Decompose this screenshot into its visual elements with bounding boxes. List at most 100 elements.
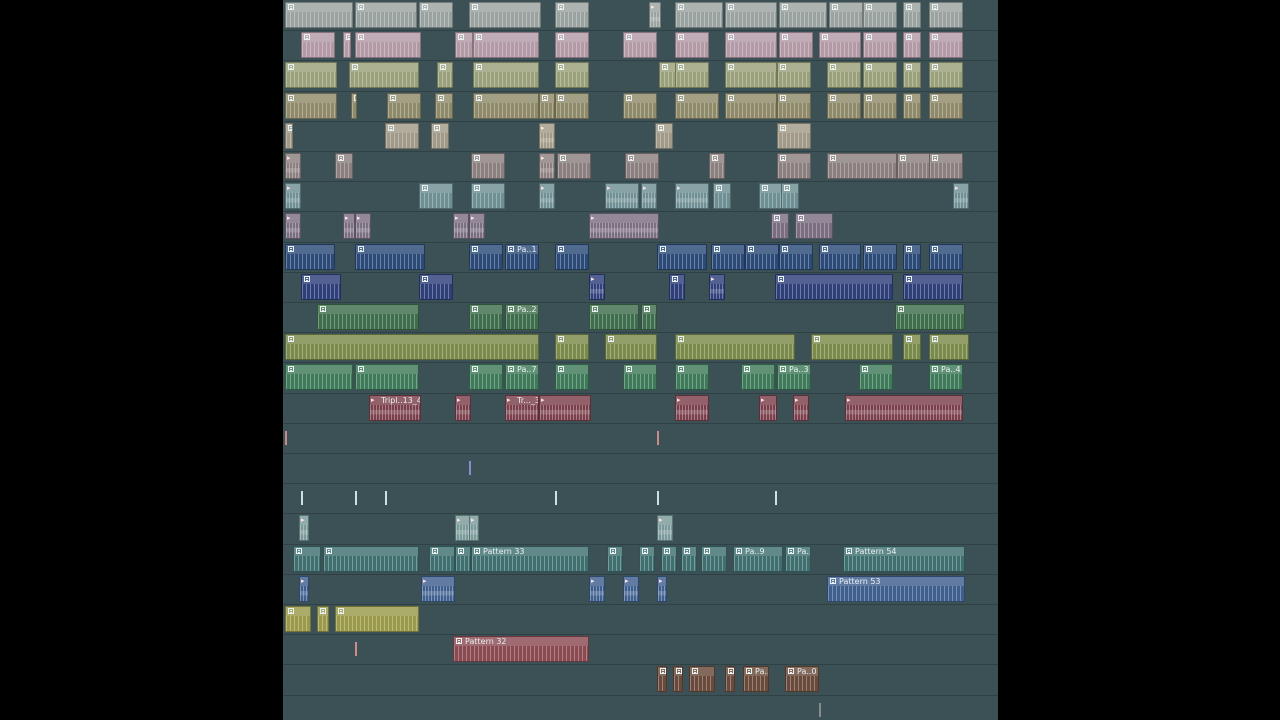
- pattern-clip[interactable]: [777, 93, 811, 119]
- pattern-clip[interactable]: [469, 2, 541, 28]
- pattern-clip[interactable]: [293, 546, 321, 572]
- pattern-clip[interactable]: [701, 546, 727, 572]
- pattern-clip[interactable]: [351, 93, 357, 119]
- audio-clip[interactable]: ▸: [539, 183, 555, 209]
- pattern-clip[interactable]: [675, 334, 795, 360]
- pattern-clip[interactable]: [741, 364, 775, 390]
- automation-marker[interactable]: [775, 491, 777, 505]
- pattern-clip[interactable]: Pa..1: [505, 244, 539, 270]
- pattern-clip[interactable]: [725, 32, 777, 58]
- pattern-clip[interactable]: [285, 606, 311, 632]
- audio-clip[interactable]: ▸ Tripl..13_4: [369, 395, 421, 421]
- automation-marker[interactable]: [657, 431, 659, 445]
- audio-clip[interactable]: ▸: [623, 576, 639, 602]
- pattern-clip[interactable]: [929, 334, 969, 360]
- pattern-clip[interactable]: [895, 304, 965, 330]
- pattern-clip[interactable]: [355, 2, 417, 28]
- pattern-clip[interactable]: [285, 2, 353, 28]
- audio-clip[interactable]: ▸: [539, 123, 555, 149]
- audio-clip[interactable]: ▸: [285, 213, 301, 239]
- pattern-clip[interactable]: [555, 244, 589, 270]
- audio-clip[interactable]: ▸: [299, 576, 309, 602]
- pattern-clip[interactable]: [301, 274, 341, 300]
- pattern-clip[interactable]: [455, 32, 473, 58]
- pattern-clip[interactable]: [709, 153, 725, 179]
- audio-clip[interactable]: ▸: [539, 395, 591, 421]
- pattern-clip[interactable]: [429, 546, 455, 572]
- pattern-clip[interactable]: [473, 32, 539, 58]
- pattern-clip[interactable]: Pattern 54: [843, 546, 965, 572]
- pattern-clip[interactable]: [555, 93, 589, 119]
- pattern-clip[interactable]: [285, 123, 293, 149]
- pattern-clip[interactable]: [285, 364, 353, 390]
- pattern-clip[interactable]: [555, 32, 589, 58]
- pattern-clip[interactable]: [623, 93, 657, 119]
- pattern-clip[interactable]: [725, 2, 777, 28]
- pattern-clip[interactable]: [775, 274, 893, 300]
- pattern-clip[interactable]: [607, 546, 623, 572]
- pattern-clip[interactable]: Pattern 53: [827, 576, 965, 602]
- pattern-clip[interactable]: [285, 244, 335, 270]
- pattern-clip[interactable]: [657, 666, 667, 692]
- pattern-clip[interactable]: [335, 606, 419, 632]
- pattern-clip[interactable]: [589, 304, 639, 330]
- pattern-clip[interactable]: [725, 93, 777, 119]
- audio-clip[interactable]: ▸: [675, 395, 709, 421]
- pattern-clip[interactable]: [819, 244, 861, 270]
- pattern-clip[interactable]: [829, 2, 863, 28]
- pattern-clip[interactable]: [661, 546, 677, 572]
- automation-marker[interactable]: [385, 491, 387, 505]
- audio-clip[interactable]: ▸: [299, 515, 309, 541]
- pattern-clip[interactable]: [903, 2, 921, 28]
- pattern-clip[interactable]: [929, 244, 963, 270]
- pattern-clip[interactable]: [349, 62, 419, 88]
- pattern-clip[interactable]: [863, 32, 897, 58]
- pattern-clip[interactable]: Pa..7: [505, 364, 539, 390]
- pattern-clip[interactable]: [781, 183, 799, 209]
- audio-clip[interactable]: ▸: [285, 183, 301, 209]
- pattern-clip[interactable]: [903, 244, 921, 270]
- pattern-clip[interactable]: [285, 93, 337, 119]
- pattern-clip[interactable]: Pa..0: [785, 666, 819, 692]
- pattern-clip[interactable]: Pa..1: [785, 546, 811, 572]
- pattern-clip[interactable]: [675, 62, 709, 88]
- pattern-clip[interactable]: [779, 244, 813, 270]
- automation-marker[interactable]: [555, 491, 557, 505]
- pattern-clip[interactable]: [469, 244, 503, 270]
- audio-clip[interactable]: ▸: [421, 576, 455, 602]
- pattern-clip[interactable]: [557, 153, 591, 179]
- pattern-clip[interactable]: [929, 93, 963, 119]
- pattern-clip[interactable]: [455, 546, 471, 572]
- audio-clip[interactable]: ▸: [455, 395, 471, 421]
- audio-clip[interactable]: ▸: [759, 395, 777, 421]
- pattern-clip[interactable]: [469, 304, 503, 330]
- pattern-clip[interactable]: [435, 93, 453, 119]
- pattern-clip[interactable]: Pa..9: [733, 546, 783, 572]
- pattern-clip[interactable]: [555, 364, 589, 390]
- pattern-clip[interactable]: [317, 304, 419, 330]
- audio-clip[interactable]: ▸: [589, 274, 605, 300]
- automation-marker[interactable]: [819, 703, 821, 717]
- pattern-clip[interactable]: Pa..2: [505, 304, 539, 330]
- pattern-clip[interactable]: Pa..4: [929, 364, 963, 390]
- pattern-clip[interactable]: Pa..3: [777, 364, 811, 390]
- pattern-clip[interactable]: [777, 62, 811, 88]
- pattern-clip[interactable]: [827, 62, 861, 88]
- pattern-clip[interactable]: [387, 93, 421, 119]
- pattern-clip[interactable]: [929, 153, 963, 179]
- audio-clip[interactable]: ▸: [845, 395, 963, 421]
- audio-clip[interactable]: ▸: [605, 183, 639, 209]
- pattern-clip[interactable]: [419, 274, 453, 300]
- pattern-clip[interactable]: [897, 153, 931, 179]
- pattern-clip[interactable]: [625, 153, 659, 179]
- pattern-clip[interactable]: [859, 364, 893, 390]
- audio-clip[interactable]: ▸: [539, 153, 555, 179]
- pattern-clip[interactable]: [343, 32, 351, 58]
- pattern-clip[interactable]: [827, 93, 861, 119]
- pattern-clip[interactable]: [929, 62, 963, 88]
- pattern-clip[interactable]: [539, 93, 555, 119]
- audio-clip[interactable]: ▸: [649, 2, 661, 28]
- pattern-clip[interactable]: Pattern 33: [471, 546, 589, 572]
- audio-clip[interactable]: ▸: [675, 183, 709, 209]
- audio-clip[interactable]: ▸: [589, 213, 659, 239]
